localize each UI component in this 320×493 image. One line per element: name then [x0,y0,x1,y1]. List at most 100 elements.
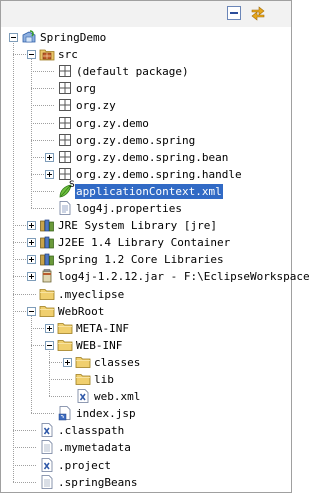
tree-item[interactable]: WEB-INF [1,337,291,354]
text-file-icon [39,439,55,455]
folder-icon [75,354,91,370]
tree-item[interactable]: web.xml [1,388,291,405]
folder-icon [75,371,91,387]
spring-config-icon: S [57,179,75,199]
tree-item[interactable]: index.jsp [1,405,291,422]
expand-toggle[interactable] [27,238,36,248]
collapse-toggle[interactable] [27,50,36,60]
tree-item[interactable]: SapplicationContext.xml [1,179,291,200]
library-icon [39,217,55,233]
tree-item-label: .myeclipse [58,287,125,301]
folder-icon [57,337,73,353]
spring-badge-icon: S [69,179,75,190]
tree-item-label: lib [94,373,114,386]
tree-item[interactable]: lib [1,371,291,388]
package-explorer-view: SpringDemo src (default package) org org.zy o… [0,0,310,493]
tree-item[interactable]: (default package) [1,63,291,80]
tree-item[interactable]: org.zy.demo.spring [1,132,291,149]
expand-toggle[interactable] [27,272,36,282]
expand-toggle[interactable] [27,255,36,265]
tree-item-label: org.zy.demo.spring [76,133,196,147]
folder-icon [39,286,55,302]
link-with-editor-icon [251,6,265,21]
tree-item-label: META-INF [76,321,129,335]
tree-item[interactable]: .project [1,457,291,474]
tree-item-label: org.zy [76,99,116,113]
source-folder-icon [39,46,55,62]
tree-item-label: web.xml [94,390,141,404]
expand-toggle[interactable] [63,357,72,367]
package-icon [57,97,73,113]
tree-item-label: (default package) [76,65,189,79]
xml-file-icon [75,388,91,404]
tree-item-label: org.zy.demo.spring.handle [76,167,242,181]
tree-item[interactable]: org.zy.demo [1,115,291,132]
xml-file-icon [39,422,55,438]
library-icon [39,251,55,267]
jar-icon [39,268,55,284]
tree-item-label: applicationContext.xml [75,183,223,199]
tree-item-label: org.zy.demo.spring.bean [76,150,229,164]
tree-item[interactable]: .springBeans [1,474,291,491]
tree-item[interactable]: org.zy.demo.spring.handle [1,166,291,183]
tree-item-label: JRE System Library [jre] [58,219,217,233]
properties-file-icon [57,200,73,216]
tree-item-label: log4j-1.2.12.jar - F:\EclipseWorkspace [58,270,310,284]
tree-item-label: SpringDemo [40,31,107,44]
tree-item-label: org [76,82,96,96]
library-icon [39,234,55,250]
expand-toggle[interactable] [45,169,54,179]
tree-item-label: .classpath [58,424,125,438]
tree-item[interactable]: .classpath [1,422,291,439]
tree-item[interactable]: src [1,46,291,63]
package-icon [57,63,73,79]
tree-item-label: log4j.properties [76,202,182,215]
tree-item-label: WEB-INF [76,338,123,352]
tree-item[interactable]: .mymetadata [1,439,291,456]
tree-item-label: .mymetadata [58,441,131,455]
text-file-icon [39,474,55,490]
folder-icon [57,320,73,336]
tree-item[interactable]: org.zy [1,97,291,114]
package-icon [57,80,73,96]
tree-item[interactable]: org.zy.demo.spring.bean [1,149,291,166]
collapse-all-icon [227,6,241,20]
tree-item[interactable]: J2EE 1.4 Library Container [1,234,291,251]
tree-item[interactable]: org [1,80,291,97]
tree-item[interactable]: WebRoot [1,303,291,320]
package-icon [57,149,73,165]
tree-item[interactable]: .myeclipse [1,286,291,303]
jsp-file-icon [57,405,73,421]
tree-item-label: J2EE 1.4 Library Container [58,236,231,250]
tree-item-label: index.jsp [76,407,136,421]
tree-item-label: .springBeans [58,475,138,489]
tree-item[interactable]: classes [1,354,291,371]
tree-item[interactable]: JRE System Library [jre] [1,217,291,234]
tree-item-label: WebRoot [58,304,105,318]
project-tree: SpringDemo src (default package) org org.zy o… [1,27,310,492]
folder-icon [39,303,55,319]
link-with-editor-button[interactable] [249,4,267,22]
package-icon [57,115,73,131]
collapse-toggle[interactable] [9,33,18,42]
expand-toggle[interactable] [45,323,54,333]
expand-toggle[interactable] [45,152,54,162]
collapse-toggle[interactable] [27,306,36,316]
tree-item[interactable]: Spring 1.2 Core Libraries [1,251,291,268]
package-icon [57,132,73,148]
view-toolbar [1,1,291,27]
tree-item[interactable]: log4j-1.2.12.jar - F:\EclipseWorkspace [1,268,310,285]
tree-item[interactable]: SpringDemo [1,29,291,46]
collapse-toggle[interactable] [45,340,54,350]
expand-toggle[interactable] [27,221,36,231]
spring-project-icon [21,29,37,45]
tree-item-label: .project [58,458,111,472]
tree-item[interactable]: log4j.properties [1,200,291,217]
xml-file-icon [39,457,55,473]
tree-item-label: Spring 1.2 Core Libraries [58,253,224,267]
tree-item-label: src [58,48,78,62]
tree-item[interactable]: META-INF [1,320,291,337]
collapse-all-button[interactable] [225,4,243,22]
tree-item-label: classes [94,355,141,369]
tree-item-label: org.zy.demo [76,116,149,130]
